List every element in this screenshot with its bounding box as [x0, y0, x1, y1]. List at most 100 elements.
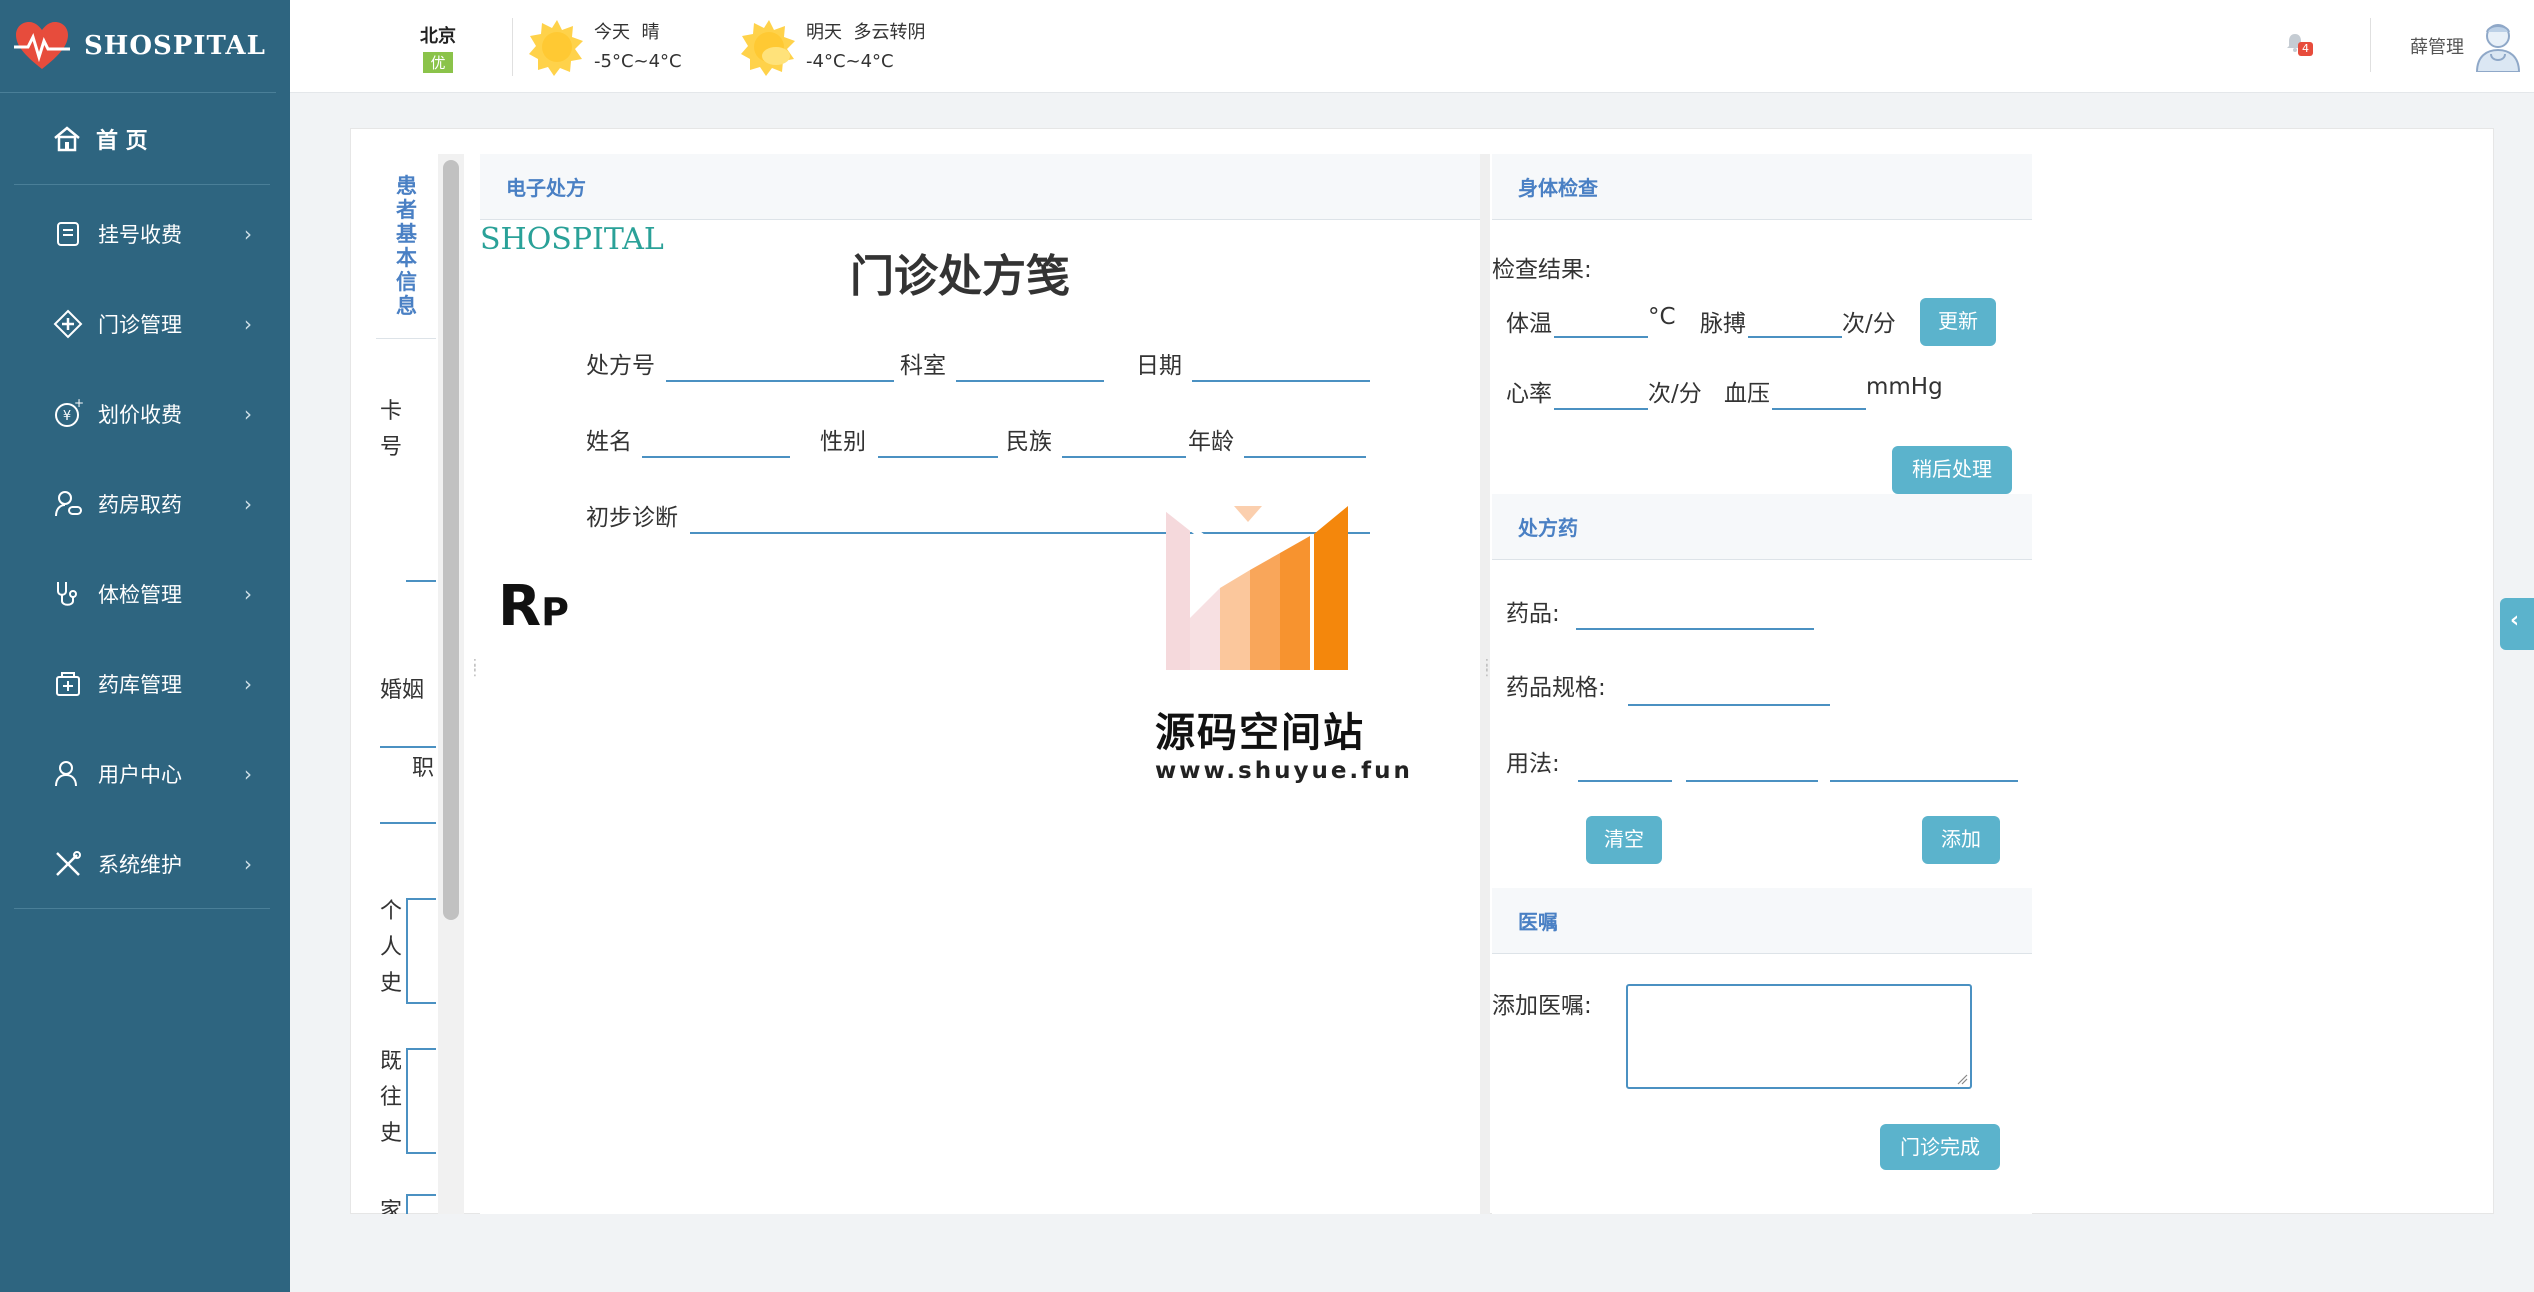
sex-label: 性别 [820, 429, 866, 455]
age-field[interactable] [1244, 456, 1366, 458]
watermark-url: www.shuyue.fun [1155, 758, 1413, 784]
top-bar: 北京 优 今天 晴 -5°C~4°C 明天 多云转阴 -4°C~4°C 4 薛管… [290, 0, 2534, 93]
tools-icon [52, 848, 84, 880]
side-toggle-tab[interactable]: ‹ [2500, 598, 2534, 650]
register-icon [52, 218, 84, 250]
sex-field[interactable] [878, 456, 998, 458]
advice-textarea[interactable] [1626, 984, 1972, 1089]
add-advice-label: 添加医嘱: [1492, 993, 1592, 1019]
splitter[interactable] [1480, 154, 1490, 1214]
family-history-label: 家 [380, 1199, 403, 1214]
prescription-panel: 电子处方 SHOSPITAL 门诊处方笺 处方号 科室 日期 姓名 性别 民族 … [480, 154, 1480, 1214]
rp-symbol: RP [498, 574, 569, 639]
notification-button[interactable]: 4 [2286, 32, 2313, 56]
job-label: 职 [412, 756, 435, 781]
divider [512, 18, 513, 76]
advice-header: 医嘱 [1492, 888, 2032, 954]
ethnic-label: 民族 [1006, 429, 1052, 455]
past-history-label: 既往史 [380, 1049, 403, 1146]
temp-label: 体温 [1506, 311, 1552, 337]
tomorrow-temp: -4°C~4°C [806, 51, 894, 72]
watermark-logo-icon [1164, 505, 1348, 670]
sidebar-item-label: 首 页 [96, 128, 148, 154]
patient-info-title: 患者基本信息 [396, 174, 417, 318]
age-label: 年龄 [1188, 429, 1234, 455]
clinic-icon [52, 308, 84, 340]
clear-button[interactable]: 清空 [1586, 816, 1662, 864]
family-history-textarea[interactable] [406, 1194, 436, 1214]
pulse-field[interactable] [1748, 336, 1842, 338]
chevron-right-icon: › [244, 762, 252, 786]
sidebar-item-warehouse[interactable]: 药库管理 › [14, 639, 270, 729]
cloudy-icon [741, 20, 795, 76]
add-medicine-button[interactable]: 添加 [1922, 816, 2000, 864]
drug-spec-label: 药品规格: [1506, 675, 1606, 701]
sidebar-item-exam[interactable]: 体检管理 › [14, 549, 270, 639]
ethnic-field[interactable] [1062, 456, 1186, 458]
medicine-header: 处方药 [1492, 494, 2032, 560]
patient-scrollbar-thumb[interactable] [443, 160, 459, 920]
past-history-textarea[interactable] [406, 1048, 436, 1154]
temp-field[interactable] [1554, 336, 1648, 338]
chevron-right-icon: › [244, 582, 252, 606]
chevron-right-icon: › [244, 222, 252, 246]
warehouse-icon [52, 668, 84, 700]
sidebar-item-maintenance[interactable]: 系统维护 › [14, 819, 270, 909]
process-later-button[interactable]: 稍后处理 [1892, 446, 2012, 494]
diagnosis-label: 初步诊断 [586, 505, 678, 531]
drug-spec-field[interactable] [1628, 704, 1830, 706]
pharmacy-icon [52, 488, 84, 520]
chevron-right-icon: › [244, 492, 252, 516]
chevron-right-icon: › [244, 851, 252, 876]
sidebar-item-user-center[interactable]: 用户中心 › [14, 729, 270, 819]
update-button[interactable]: 更新 [1920, 298, 1996, 346]
air-quality-badge: 优 [423, 52, 453, 73]
personal-history-textarea[interactable] [406, 898, 436, 1004]
dept-field[interactable] [956, 380, 1104, 382]
tomorrow-label: 明天 [806, 22, 842, 43]
heart-rate-field[interactable] [1554, 408, 1648, 410]
today-label: 今天 [594, 22, 630, 43]
name-label: 姓名 [586, 429, 632, 455]
sidebar-item-pharmacy[interactable]: 药房取药 › [14, 459, 270, 549]
sidebar-item-clinic[interactable]: 门诊管理 › [14, 279, 270, 369]
exam-result-label: 检查结果: [1492, 257, 1592, 283]
today-condition: 晴 [641, 22, 660, 43]
card-no-field[interactable] [406, 580, 436, 582]
divider [376, 338, 436, 339]
name-field[interactable] [642, 456, 790, 458]
date-field[interactable] [1192, 380, 1370, 382]
drug-field[interactable] [1576, 628, 1814, 630]
usage-method-field[interactable] [1830, 780, 2018, 782]
sidebar-item-label: 药房取药 [98, 493, 182, 517]
sidebar-item-label: 药库管理 [98, 673, 182, 697]
sidebar-item-label: 体检管理 [98, 583, 182, 607]
weather-today: 今天 晴 -5°C~4°C [528, 18, 682, 76]
tomorrow-condition: 多云转阴 [853, 22, 926, 43]
sidebar-item-pricing[interactable]: ¥ + 划价收费 › [14, 369, 270, 459]
job-field[interactable] [380, 822, 436, 824]
sunny-icon [529, 20, 583, 76]
weather-city: 北京 优 [420, 22, 456, 73]
patient-info-panel: 患者基本信息 卡号 婚姻 职 个人史 既往史 家 [376, 154, 436, 1214]
resize-handle-icon[interactable]: ⋮ ⋮ [468, 658, 482, 678]
medicine-panel: 处方药 药品: 药品规格: 用法: 清空 添加 [1492, 494, 2032, 888]
prescription-title: 门诊处方笺 [850, 251, 1070, 302]
resize-handle-icon[interactable]: ⋮ ⋮ [1480, 658, 1494, 678]
sidebar-item-register[interactable]: 挂号收费 › [14, 189, 270, 279]
doctor-avatar-icon[interactable] [2473, 20, 2523, 72]
finish-visit-button[interactable]: 门诊完成 [1880, 1124, 2000, 1170]
usage-frequency-field[interactable] [1686, 780, 1818, 782]
user-name[interactable]: 薛管理 [2410, 33, 2464, 59]
usage-dose-field[interactable] [1578, 780, 1672, 782]
rx-no-field[interactable] [666, 380, 894, 382]
card-no-label: 卡号 [380, 399, 403, 460]
resize-grip-icon [1957, 1074, 1968, 1085]
exam-header: 身体检查 [1492, 154, 2032, 220]
sidebar-item-home[interactable]: 首 页 [14, 93, 270, 185]
marriage-field[interactable] [380, 746, 436, 748]
drug-label: 药品: [1506, 601, 1560, 627]
stethoscope-icon [52, 578, 84, 610]
blood-pressure-field[interactable] [1772, 408, 1866, 410]
sidebar-item-label: 用户中心 [98, 763, 182, 787]
